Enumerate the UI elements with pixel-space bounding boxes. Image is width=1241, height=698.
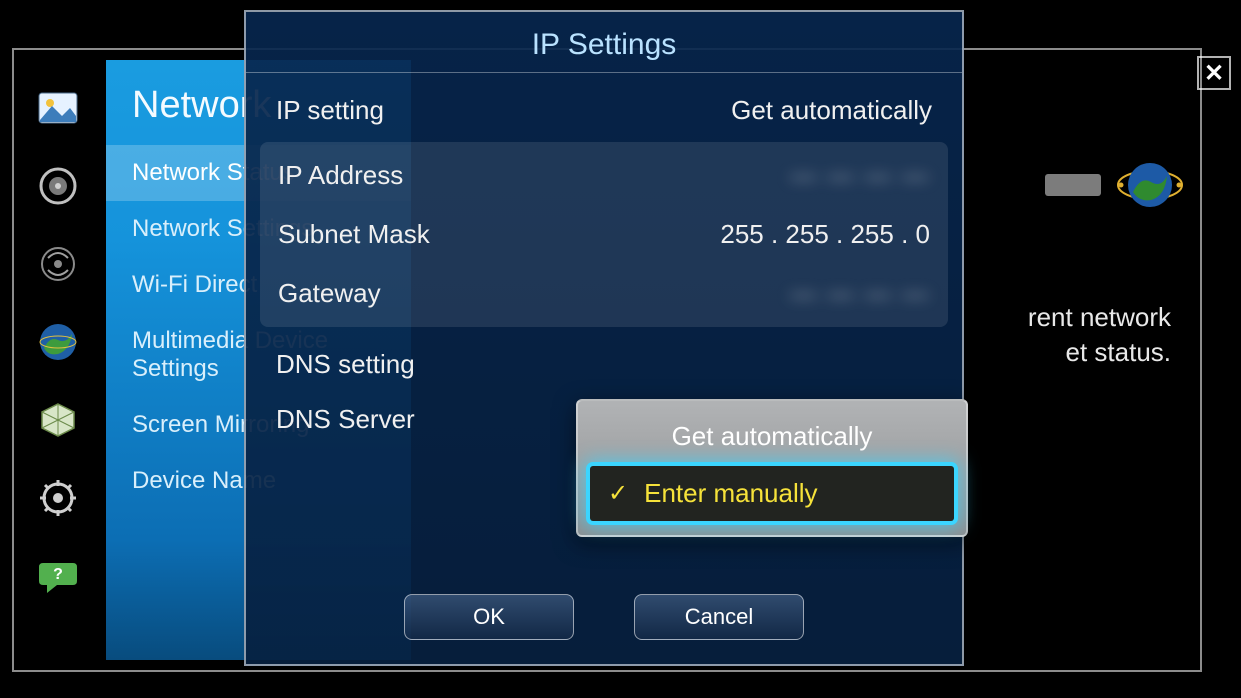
ip-fields-group: IP Address — — — — Subnet Mask 255 . 255…	[260, 142, 948, 327]
description-line: rent network	[1028, 302, 1171, 332]
internet-globe-icon	[1115, 150, 1185, 220]
row-value: Get automatically	[731, 95, 932, 126]
dropdown-option-manual[interactable]: ✓ Enter manually	[590, 466, 954, 521]
ip-settings-dialog: IP Settings IP setting Get automatically…	[244, 10, 964, 666]
category-icon-rail: ?	[28, 86, 88, 598]
dialog-button-row: OK Cancel	[246, 594, 962, 640]
dns-setting-row[interactable]: DNS setting	[246, 337, 962, 392]
row-label: DNS Server	[276, 404, 415, 435]
dropdown-option-auto[interactable]: Get automatically	[590, 411, 954, 462]
button-label: OK	[473, 604, 505, 630]
row-label: Gateway	[278, 278, 381, 309]
gateway-row[interactable]: Gateway — — — —	[260, 264, 948, 323]
network-diagram	[1045, 150, 1185, 220]
row-value-obscured: — — — —	[790, 160, 930, 191]
row-label: DNS setting	[276, 349, 415, 380]
dns-setting-dropdown: Get automatically ✓ Enter manually	[576, 399, 968, 537]
sidebar-item-label: Wi-Fi Direct	[132, 271, 257, 298]
option-label: Enter manually	[644, 478, 817, 509]
divider	[246, 72, 962, 73]
router-icon	[1045, 174, 1101, 196]
close-icon: ✕	[1204, 59, 1224, 88]
checkmark-icon: ✓	[608, 479, 628, 508]
broadcast-icon[interactable]	[36, 242, 80, 286]
row-label: IP Address	[278, 160, 403, 191]
system-gear-icon[interactable]	[36, 476, 80, 520]
option-label: Get automatically	[672, 421, 873, 451]
row-label: Subnet Mask	[278, 219, 430, 250]
picture-icon[interactable]	[36, 86, 80, 130]
dialog-title: IP Settings	[246, 12, 962, 72]
ip-setting-row[interactable]: IP setting Get automatically	[246, 83, 962, 138]
ip-address-row[interactable]: IP Address — — — —	[260, 146, 948, 205]
button-label: Cancel	[685, 604, 753, 630]
row-label: IP setting	[276, 95, 384, 126]
smart-features-icon[interactable]	[36, 398, 80, 442]
description-text: rent network et status.	[961, 300, 1171, 370]
row-value-obscured: — — — —	[790, 278, 930, 309]
sound-icon[interactable]	[36, 164, 80, 208]
support-help-icon[interactable]: ?	[36, 554, 80, 598]
subnet-mask-row[interactable]: Subnet Mask 255 . 255 . 255 . 0	[260, 205, 948, 264]
close-button[interactable]: ✕	[1197, 56, 1231, 90]
row-value: 255 . 255 . 255 . 0	[720, 219, 930, 250]
cancel-button[interactable]: Cancel	[634, 594, 804, 640]
ok-button[interactable]: OK	[404, 594, 574, 640]
network-globe-icon[interactable]	[36, 320, 80, 364]
description-line: et status.	[1066, 337, 1172, 367]
svg-text:?: ?	[53, 566, 63, 583]
